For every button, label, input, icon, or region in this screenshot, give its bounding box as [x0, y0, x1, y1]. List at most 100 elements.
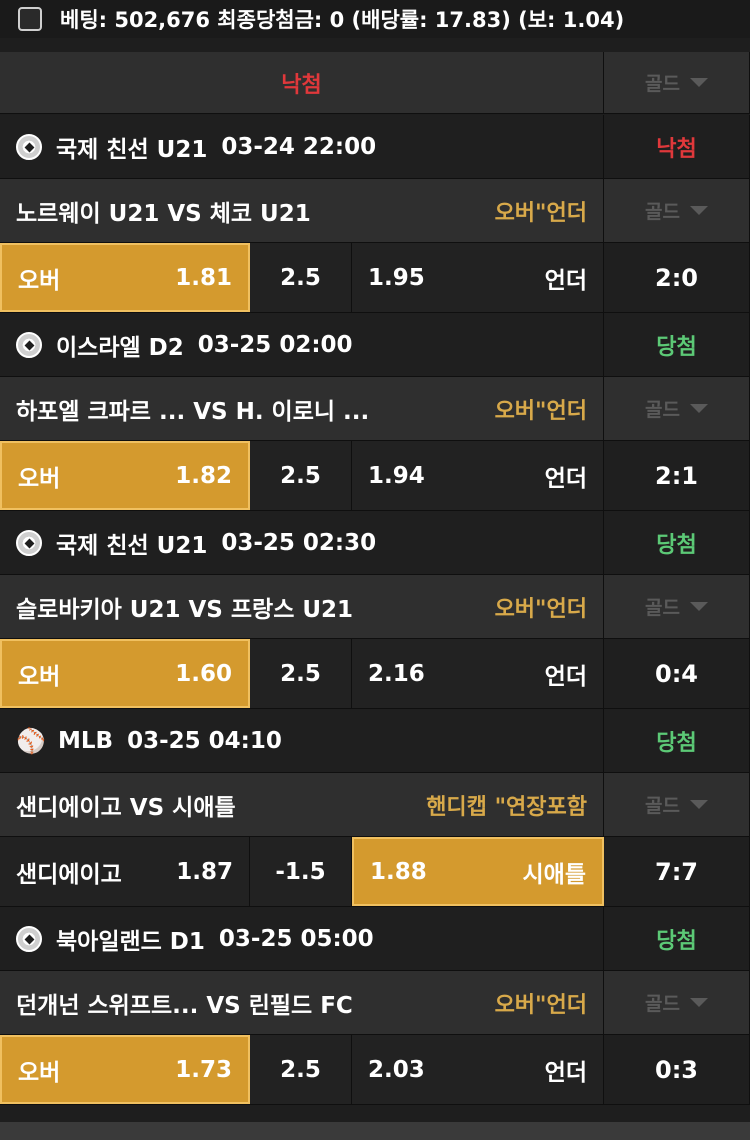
line-value-cell: 2.5 — [250, 1035, 352, 1104]
away-selection[interactable]: 2.03 언더 — [352, 1035, 604, 1104]
final-score: 2:1 — [604, 441, 750, 510]
line-value: -1.5 — [275, 858, 326, 885]
soccer-ball-icon — [16, 925, 42, 952]
bet-type: 오버"언더 — [494, 200, 587, 226]
home-selection[interactable]: 오버 1.73 — [0, 1035, 250, 1104]
home-selection[interactable]: 샌디에이고 1.87 — [0, 837, 250, 906]
gold-label: 골드 — [645, 73, 680, 95]
final-score: 0:4 — [604, 639, 750, 708]
home-selection[interactable]: 오버 1.60 — [0, 639, 250, 708]
match-teams: 슬로바키아 U21 VS 프랑스 U21 — [16, 596, 354, 623]
final-score: 2:0 — [604, 243, 750, 312]
gold-dropdown[interactable]: 골드 — [604, 773, 750, 836]
away-selection[interactable]: 2.16 언더 — [352, 639, 604, 708]
odds-row: 오버 1.81 2.5 1.95 언더 2:0 — [0, 243, 750, 313]
gold-dropdown[interactable]: 골드 — [604, 52, 750, 113]
home-label: 샌디에이고 — [16, 861, 122, 888]
home-selection[interactable]: 오버 1.82 — [0, 441, 250, 510]
league-name: 북아일랜드 D1 — [56, 928, 205, 955]
bet-type: 오버"언더 — [494, 596, 587, 622]
line-value: 2.5 — [280, 264, 321, 291]
line-value-cell: -1.5 — [250, 837, 352, 906]
game-result: 당첨 — [656, 532, 697, 558]
away-selection[interactable]: 1.95 언더 — [352, 243, 604, 312]
match-row: 던개넌 스위프트... VS 린필드 FC 오버"언더 골드 — [0, 971, 750, 1035]
away-odds: 2.03 — [368, 1056, 425, 1083]
home-odds: 1.82 — [175, 462, 232, 489]
home-odds: 1.87 — [176, 858, 233, 885]
line-value-cell: 2.5 — [250, 639, 352, 708]
away-label: 언더 — [544, 663, 587, 690]
home-label: 오버 — [18, 465, 61, 492]
game-result: 당첨 — [656, 730, 697, 756]
chevron-down-icon — [689, 206, 708, 215]
game-result: 당첨 — [656, 928, 697, 954]
gold-dropdown[interactable]: 골드 — [604, 377, 750, 440]
bet-type: 핸디캡 "연장포함 — [426, 794, 587, 820]
game-header-row: 국제 친선 U21 03-25 02:30 당첨 — [0, 511, 750, 575]
league-name: MLB — [58, 727, 114, 754]
baseball-bat-icon: ⚾ — [16, 726, 46, 755]
select-checkbox[interactable] — [18, 7, 42, 31]
league-name: 국제 친선 U21 — [56, 532, 208, 559]
away-odds: 2.16 — [368, 660, 425, 687]
away-label: 언더 — [544, 1059, 587, 1086]
odds-row: 오버 1.60 2.5 2.16 언더 0:4 — [0, 639, 750, 709]
final-score: 7:7 — [604, 837, 750, 906]
bet-type: 오버"언더 — [494, 398, 587, 424]
home-label: 오버 — [18, 267, 61, 294]
away-selection[interactable]: 1.88 시애틀 — [352, 837, 604, 906]
away-odds: 1.95 — [368, 264, 425, 291]
gold-dropdown[interactable]: 골드 — [604, 971, 750, 1034]
game-result: 당첨 — [656, 334, 697, 360]
match-datetime: 03-25 04:10 — [127, 727, 282, 754]
gold-dropdown[interactable]: 골드 — [604, 575, 750, 638]
away-label: 시애틀 — [522, 861, 586, 888]
game-header-row: 북아일랜드 D1 03-25 05:00 당첨 — [0, 907, 750, 971]
match-datetime: 03-25 02:00 — [197, 331, 353, 358]
home-label: 오버 — [18, 663, 61, 690]
overall-result: 낙첨 — [281, 72, 322, 98]
chevron-down-icon — [689, 602, 708, 611]
odds-row: 오버 1.82 2.5 1.94 언더 2:1 — [0, 441, 750, 511]
gold-dropdown[interactable]: 골드 — [604, 179, 750, 242]
chevron-down-icon — [689, 404, 708, 413]
match-teams: 하포엘 크파르 ... VS H. 이로니 ... — [16, 398, 370, 425]
line-value: 2.5 — [280, 462, 321, 489]
line-value-cell: 2.5 — [250, 441, 352, 510]
home-odds: 1.73 — [175, 1056, 232, 1083]
gold-label: 골드 — [645, 201, 680, 223]
match-datetime: 03-25 05:00 — [218, 925, 374, 952]
bottom-bar — [0, 1122, 750, 1140]
home-odds: 1.81 — [175, 264, 232, 291]
match-row: 슬로바키아 U21 VS 프랑스 U21 오버"언더 골드 — [0, 575, 750, 639]
match-teams: 노르웨이 U21 VS 체코 U21 — [16, 200, 311, 227]
home-label: 오버 — [18, 1059, 61, 1086]
game-header-row: 이스라엘 D2 03-25 02:00 당첨 — [0, 313, 750, 377]
gold-label: 골드 — [645, 795, 680, 817]
line-value: 2.5 — [280, 660, 321, 687]
bet-type: 오버"언더 — [494, 992, 587, 1018]
away-selection[interactable]: 1.94 언더 — [352, 441, 604, 510]
away-label: 언더 — [544, 465, 587, 492]
home-selection[interactable]: 오버 1.81 — [0, 243, 250, 312]
game-result: 낙첨 — [656, 136, 697, 162]
soccer-ball-icon — [16, 331, 42, 358]
game-header-row: ⚾ MLB 03-25 04:10 당첨 — [0, 709, 750, 773]
chevron-down-icon — [689, 800, 708, 809]
gold-label: 골드 — [645, 597, 680, 619]
odds-row: 오버 1.73 2.5 2.03 언더 0:3 — [0, 1035, 750, 1105]
line-value: 2.5 — [280, 1056, 321, 1083]
match-row: 노르웨이 U21 VS 체코 U21 오버"언더 골드 — [0, 179, 750, 243]
away-odds: 1.94 — [368, 462, 425, 489]
home-odds: 1.60 — [175, 660, 232, 687]
chevron-down-icon — [689, 998, 708, 1007]
gold-label: 골드 — [645, 993, 680, 1015]
gold-label: 골드 — [645, 399, 680, 421]
soccer-ball-icon — [16, 529, 42, 556]
final-score: 0:3 — [604, 1035, 750, 1104]
match-datetime: 03-24 22:00 — [221, 133, 377, 160]
match-datetime: 03-25 02:30 — [221, 529, 377, 556]
line-value-cell: 2.5 — [250, 243, 352, 312]
match-teams: 던개넌 스위프트... VS 린필드 FC — [16, 992, 353, 1019]
